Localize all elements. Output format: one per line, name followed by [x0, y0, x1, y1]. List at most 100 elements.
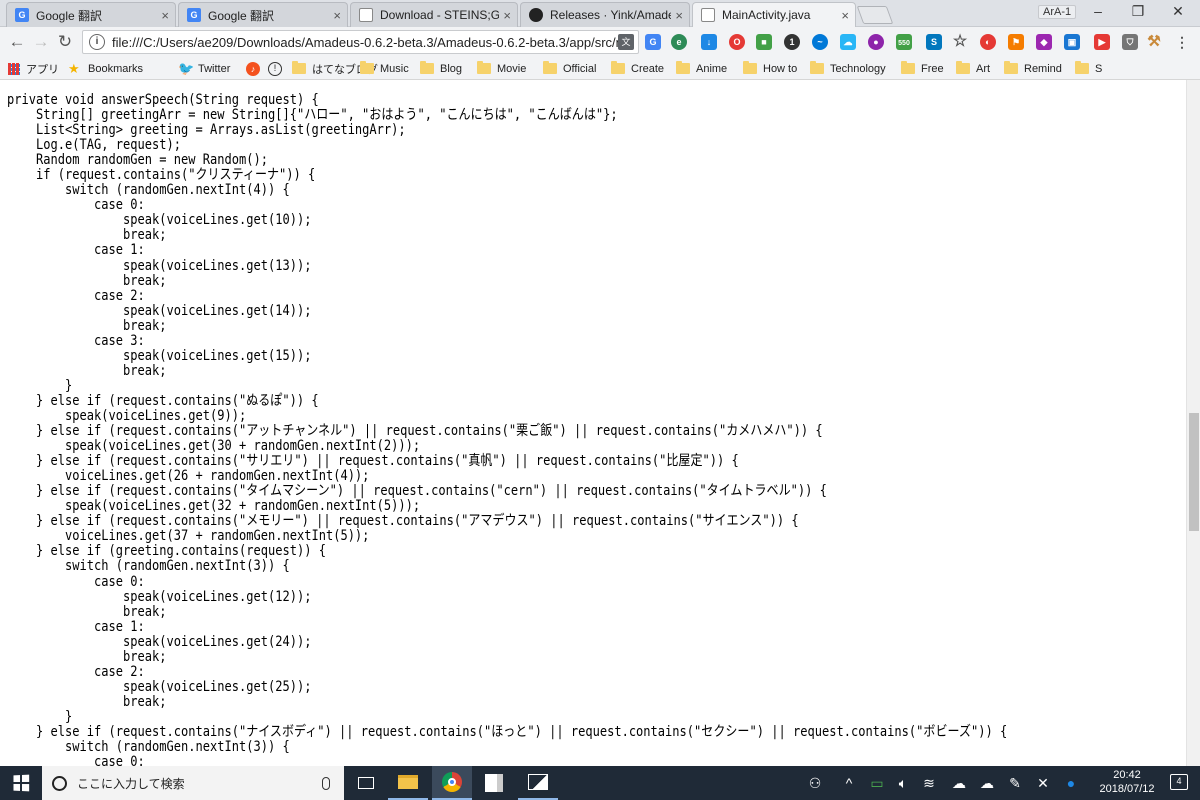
tab-google-translate-1[interactable]: G Google 翻訳 ×	[6, 2, 176, 27]
windows-taskbar: ここに入力して検索 ⚇ ^ ▭ 🔈︎ ≋ ☁ ☁ ✎ ✕ ● 20:42 201…	[0, 766, 1200, 800]
close-icon[interactable]: ×	[841, 8, 849, 23]
battery-icon[interactable]: ▭	[868, 774, 886, 792]
bookmark-folder-technology[interactable]: Technology	[810, 60, 886, 77]
restore-icon[interactable]: ❐	[1128, 3, 1148, 20]
bookmark-info[interactable]: !	[268, 60, 288, 77]
code-line: switch (randomGen.nextInt(4)) {	[7, 182, 290, 199]
folder-icon	[360, 61, 374, 74]
google-translate-extension-icon[interactable]: G	[645, 34, 661, 50]
blue-square-icon[interactable]: ▣	[1064, 34, 1080, 50]
profile-button[interactable]: ArA-1	[1038, 5, 1077, 19]
bookmark-folder-create[interactable]: Create	[611, 60, 664, 77]
red-swirl-icon[interactable]: ◐	[980, 34, 996, 50]
microphone-icon[interactable]	[322, 776, 330, 790]
start-button[interactable]	[0, 766, 42, 800]
shield-icon[interactable]: ⛉	[1122, 34, 1138, 50]
menu-dots-icon[interactable]: ⋮	[1174, 34, 1190, 50]
close-icon[interactable]: ×	[161, 8, 169, 23]
bookmark-label: Anime	[696, 62, 728, 75]
close-icon[interactable]: ×	[503, 8, 511, 23]
bookmark-twitter[interactable]: 🐦 Twitter	[178, 60, 230, 77]
color-picker-icon[interactable]: ●	[868, 34, 884, 50]
photos-icon[interactable]	[518, 766, 558, 800]
new-tab-button[interactable]	[856, 6, 894, 24]
code-line: case 2:	[7, 663, 145, 680]
search-placeholder[interactable]: ここに入力して検索	[77, 775, 322, 792]
tag-icon[interactable]: ◆	[1036, 34, 1052, 50]
tab-google-translate-2[interactable]: G Google 翻訳 ×	[178, 2, 348, 27]
address-url[interactable]: file:///C:/Users/ae209/Downloads/Amadeus…	[112, 35, 618, 50]
weather-icon[interactable]: ☁	[840, 34, 856, 50]
task-view-icon[interactable]	[346, 766, 386, 800]
x-app-icon[interactable]: ✕	[1034, 774, 1052, 792]
back-arrow-icon[interactable]: ←	[6, 32, 28, 52]
system-clock[interactable]: 20:42 2018/07/12	[1094, 768, 1160, 796]
tab-title: Google 翻訳	[208, 8, 275, 23]
evernote-icon[interactable]: e	[671, 34, 687, 50]
bookmark-folder-s[interactable]: S	[1075, 60, 1102, 77]
bookmark-folder-blog[interactable]: Blog	[420, 60, 462, 77]
close-icon[interactable]: ×	[333, 8, 341, 23]
address-bar[interactable]: i file:///C:/Users/ae209/Downloads/Amade…	[82, 30, 639, 54]
pen-icon[interactable]: ✎	[1006, 774, 1024, 792]
translate-icon[interactable]: 文	[618, 34, 634, 50]
bookmark-folder-art[interactable]: Art	[956, 60, 990, 77]
minimize-icon[interactable]: –	[1088, 3, 1108, 19]
code-line: } else if (request.contains("ナイスボディ") ||…	[7, 723, 1008, 740]
sticky-glyph	[485, 774, 503, 792]
bookmark-folder-free[interactable]: Free	[901, 60, 944, 77]
code-line: break;	[7, 603, 167, 620]
bookmark-folder-movie[interactable]: Movie	[477, 60, 526, 77]
colorful-app-icon[interactable]: ■	[756, 34, 772, 50]
bookmark-star-icon[interactable]: ☆	[952, 34, 968, 50]
reload-icon[interactable]: ↻	[54, 32, 76, 52]
code-line: } else if (request.contains("アットチャンネル") …	[7, 423, 823, 440]
taskbar-search-box[interactable]: ここに入力して検索	[42, 766, 344, 800]
notification-count: 4	[1176, 776, 1182, 786]
sticky-app-icon[interactable]	[474, 766, 514, 800]
chrome-icon[interactable]	[432, 766, 472, 800]
youtube-icon[interactable]: ▶	[1094, 34, 1110, 50]
scrollbar-thumb[interactable]	[1189, 413, 1199, 531]
chevron-up-icon[interactable]: ^	[840, 774, 858, 792]
bookmark-bookmarks[interactable]: ★ Bookmarks	[68, 60, 143, 77]
bookmark-folder-howto[interactable]: How to	[743, 60, 797, 77]
bookmark-folder-remind[interactable]: Remind	[1004, 60, 1062, 77]
code-line: case 1:	[7, 242, 145, 259]
close-icon[interactable]: ×	[675, 8, 683, 23]
counter-badge-icon[interactable]: 550	[896, 34, 912, 50]
blue-dot-icon[interactable]: ●	[1062, 774, 1080, 792]
download-icon[interactable]: ↓	[701, 34, 717, 50]
code-line: }	[7, 377, 73, 394]
hammer-icon[interactable]: ⚒	[1146, 34, 1162, 50]
s-app-icon[interactable]: S	[926, 34, 942, 50]
bookmark-apps[interactable]: アプリ	[8, 60, 59, 77]
forward-arrow-icon[interactable]: →	[30, 32, 52, 52]
notification-center-icon[interactable]: 4	[1170, 774, 1188, 790]
opera-icon[interactable]: O	[729, 34, 745, 50]
bookmark-label: Twitter	[198, 62, 231, 75]
flag-icon[interactable]: ⚑	[1008, 34, 1024, 50]
info-icon[interactable]: i	[89, 34, 105, 50]
bookmark-folder-music[interactable]: Music	[360, 60, 409, 77]
tab-main-activity[interactable]: MainActivity.java ×	[692, 2, 856, 27]
wifi-icon[interactable]: ≋	[920, 774, 938, 792]
onedrive-sync-icon[interactable]: ☁	[950, 774, 968, 792]
code-line: speak(voiceLines.get(12));	[7, 588, 312, 605]
volume-icon[interactable]: 🔈︎	[894, 774, 912, 792]
folder-icon	[477, 61, 491, 74]
tab-github-releases[interactable]: Releases · Yink/Amadeus ×	[520, 2, 690, 27]
close-window-icon[interactable]: ✕	[1168, 3, 1188, 20]
people-icon[interactable]: ⚇	[806, 774, 824, 792]
onedrive-icon[interactable]: ☁	[978, 774, 996, 792]
bookmark-folder-anime[interactable]: Anime	[676, 60, 727, 77]
chrome-glyph	[442, 772, 462, 792]
one-password-icon[interactable]: 1	[784, 34, 800, 50]
tab-download-steinsgate[interactable]: Download - STEINS;GATE ×	[350, 2, 518, 27]
bookmark-folder-official[interactable]: Official	[543, 60, 596, 77]
sync-icon[interactable]: ~	[812, 34, 828, 50]
bookmark-music-app[interactable]: ♪	[246, 60, 266, 77]
vertical-scrollbar[interactable]	[1186, 80, 1200, 766]
file-explorer-icon[interactable]	[388, 766, 428, 800]
bookmark-label: How to	[763, 62, 798, 75]
